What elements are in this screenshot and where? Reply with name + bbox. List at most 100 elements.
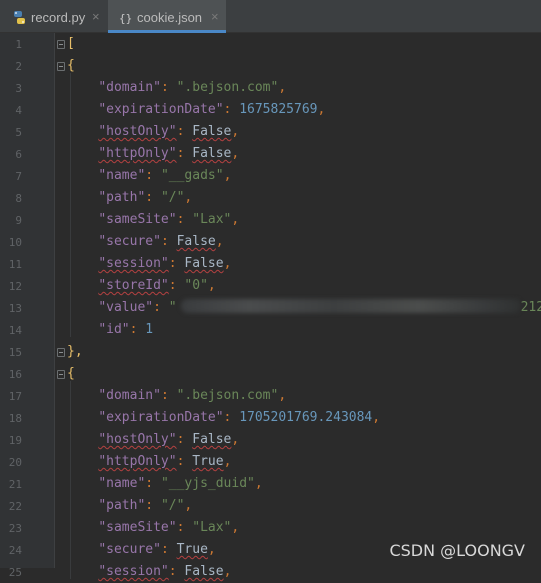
json-key: "secure" xyxy=(98,542,161,557)
line-number: 13 xyxy=(8,302,22,315)
watermark: CSDN @LOONGV xyxy=(389,541,525,560)
json-value: False xyxy=(176,234,216,249)
json-value: False xyxy=(184,256,224,271)
code-line: "httpOnly": True, xyxy=(98,454,232,469)
indent-guide xyxy=(70,73,71,337)
json-key: "session" xyxy=(98,256,169,271)
json-key: "path" xyxy=(98,498,146,513)
json-value: "Lax" xyxy=(192,212,232,227)
code-line: "session": False, xyxy=(98,564,232,579)
line-number: 20 xyxy=(8,456,22,469)
json-value: " xyxy=(168,300,177,315)
line-number: 1 xyxy=(15,38,22,51)
json-value: True xyxy=(192,454,224,469)
code-editor[interactable]: 1 2 3 4 5 6 7 8 9 10 11 12 13 14 15 16 17 18 19 20 21 22 23 24 2… xyxy=(0,33,541,579)
line-number: 23 xyxy=(8,522,22,535)
json-key: "sameSite" xyxy=(98,212,177,227)
code-line: "domain": ".bejson.com", xyxy=(98,388,287,403)
json-key: "value" xyxy=(98,300,154,315)
json-key: "name" xyxy=(98,476,146,491)
python-file-icon xyxy=(14,11,25,24)
code-line: "hostOnly": False, xyxy=(98,124,240,139)
json-value: 1 xyxy=(145,322,154,337)
fold-toggle-icon[interactable] xyxy=(57,62,65,71)
json-value-tail: 212! xyxy=(520,300,541,315)
editor-tab-bar: record.py × {} cookie.json × xyxy=(0,0,541,33)
json-key: "hostOnly" xyxy=(98,432,177,447)
json-value: ".bejson.com" xyxy=(176,388,279,403)
json-value: False xyxy=(184,564,224,579)
json-value: "/" xyxy=(160,498,185,513)
json-value: True xyxy=(176,542,208,557)
code-line: "path": "/", xyxy=(98,498,193,513)
line-number: 24 xyxy=(8,544,22,557)
json-key: "httpOnly" xyxy=(98,146,177,161)
bracket: { xyxy=(67,58,75,73)
line-number: 2 xyxy=(15,60,22,73)
gutter-separator xyxy=(54,33,55,568)
line-number: 4 xyxy=(15,104,22,117)
tab-record-py[interactable]: record.py × xyxy=(0,0,107,33)
line-number: 11 xyxy=(8,258,22,271)
json-value: 1675825769 xyxy=(239,102,318,117)
json-key: "path" xyxy=(98,190,146,205)
line-number: 17 xyxy=(8,390,22,403)
fold-toggle-icon[interactable] xyxy=(57,348,65,357)
line-number: 22 xyxy=(8,500,22,513)
line-number: 7 xyxy=(15,170,22,183)
tab-cookie-json[interactable]: {} cookie.json × xyxy=(108,0,226,33)
line-number: 3 xyxy=(15,82,22,95)
code-line: "session": False, xyxy=(98,256,232,271)
json-value: False xyxy=(192,124,232,139)
line-number: 10 xyxy=(8,236,22,249)
line-number: 14 xyxy=(8,324,22,337)
json-value: False xyxy=(192,432,232,447)
json-value: "/" xyxy=(160,190,185,205)
json-file-icon: {} xyxy=(119,12,132,24)
json-value: 1705201769.243084 xyxy=(239,410,373,425)
code-line: "hostOnly": False, xyxy=(98,432,240,447)
line-number: 18 xyxy=(8,412,22,425)
bracket: { xyxy=(67,366,75,381)
code-line: "sameSite": "Lax", xyxy=(98,520,240,535)
json-key: "id" xyxy=(98,322,130,337)
code-line: "path": "/", xyxy=(98,190,193,205)
json-value: "Lax" xyxy=(192,520,232,535)
code-line: "expirationDate": 1675825769, xyxy=(98,102,326,117)
bracket: }, xyxy=(67,344,83,359)
line-number: 21 xyxy=(8,478,22,491)
json-key: "domain" xyxy=(98,80,161,95)
svg-text:{}: {} xyxy=(119,12,132,24)
fold-toggle-icon[interactable] xyxy=(57,370,65,379)
code-line: "value": "212! xyxy=(67,297,541,319)
line-number-gutter: 1 2 3 4 5 6 7 8 9 10 11 12 13 14 15 16 17 18 19 20 21 22 23 24 2… xyxy=(0,33,54,579)
json-key: "session" xyxy=(98,564,169,579)
json-value: False xyxy=(192,146,232,161)
code-line: }, xyxy=(67,341,83,363)
line-number: 16 xyxy=(8,368,22,381)
json-key: "name" xyxy=(98,168,146,183)
tab-record-py-label: record.py xyxy=(31,10,86,25)
close-icon[interactable]: × xyxy=(92,9,100,24)
code-line: [ xyxy=(67,33,75,55)
json-key: "secure" xyxy=(98,234,161,249)
json-value: "__yjs_duid" xyxy=(160,476,255,491)
code-line: "domain": ".bejson.com", xyxy=(98,80,287,95)
line-number: 8 xyxy=(15,192,22,205)
line-number: 6 xyxy=(15,148,22,161)
code-line: "secure": True, xyxy=(98,542,216,557)
code-line: "name": "__yjs_duid", xyxy=(98,476,263,491)
json-value: ".bejson.com" xyxy=(176,80,279,95)
indent-guide xyxy=(70,381,71,579)
code-line: "expirationDate": 1705201769.243084, xyxy=(98,410,381,425)
close-icon[interactable]: × xyxy=(211,9,219,24)
tab-cookie-json-label: cookie.json xyxy=(137,10,203,25)
code-line: "sameSite": "Lax", xyxy=(98,212,240,227)
json-key: "httpOnly" xyxy=(98,454,177,469)
code-line: "name": "__gads", xyxy=(98,168,232,183)
line-number: 15 xyxy=(8,346,22,359)
line-number: 12 xyxy=(8,280,22,293)
json-key: "hostOnly" xyxy=(98,124,177,139)
json-key: "storeId" xyxy=(98,278,169,293)
fold-toggle-icon[interactable] xyxy=(57,40,65,49)
